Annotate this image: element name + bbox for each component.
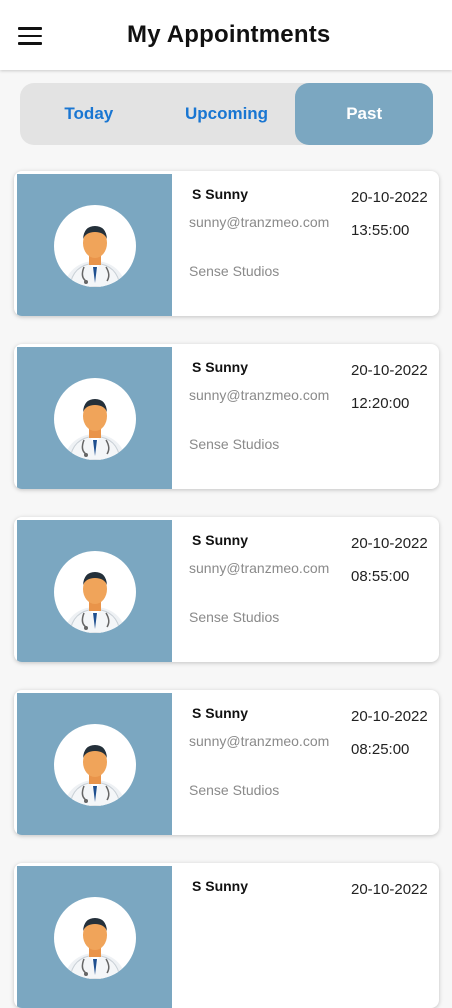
appointment-photo: [17, 520, 172, 662]
appointment-time: 08:25:00: [351, 741, 410, 758]
patient-email: sunny@tranzmeo.com: [189, 560, 330, 576]
appointment-date: 20-10-2022: [351, 362, 428, 379]
appointment-card[interactable]: S Sunny sunny@tranzmeo.com Sense Studios…: [14, 690, 439, 835]
appointment-date: 20-10-2022: [351, 881, 428, 898]
patient-email: sunny@tranzmeo.com: [189, 733, 330, 749]
appointment-card[interactable]: S Sunny sunny@tranzmeo.com Sense Studios…: [14, 517, 439, 662]
tab-past[interactable]: Past: [295, 83, 434, 145]
patient-email: sunny@tranzmeo.com: [189, 214, 330, 230]
appointment-date: 20-10-2022: [351, 708, 428, 725]
appointment-photo: [17, 347, 172, 489]
doctor-avatar-icon: [54, 724, 136, 806]
patient-name: S Sunny: [192, 359, 249, 375]
appointment-card[interactable]: S Sunny sunny@tranzmeo.com Sense Studios…: [14, 171, 439, 316]
hamburger-menu-icon[interactable]: [18, 22, 52, 50]
appointment-time: 12:20:00: [351, 395, 410, 412]
page-title: My Appointments: [127, 21, 331, 48]
patient-name: S Sunny: [192, 878, 249, 894]
company-name: Sense Studios: [189, 263, 280, 279]
appointment-time: 13:55:00: [351, 222, 410, 239]
doctor-avatar-icon: [54, 205, 136, 287]
company-name: Sense Studios: [189, 782, 280, 798]
doctor-avatar-icon: [54, 378, 136, 460]
appointment-tabs: Today Upcoming Past: [20, 83, 434, 145]
patient-name: S Sunny: [192, 532, 249, 548]
appointment-photo: [17, 174, 172, 316]
appointment-card[interactable]: S Sunny 20-10-2022: [14, 863, 439, 1008]
tab-today[interactable]: Today: [20, 83, 158, 145]
appointment-date: 20-10-2022: [351, 189, 428, 206]
appointment-time: 08:55:00: [351, 568, 410, 585]
company-name: Sense Studios: [189, 609, 280, 625]
company-name: Sense Studios: [189, 436, 280, 452]
appointment-photo: [17, 866, 172, 1008]
tab-upcoming[interactable]: Upcoming: [158, 83, 296, 145]
appointment-card[interactable]: S Sunny sunny@tranzmeo.com Sense Studios…: [14, 344, 439, 489]
doctor-avatar-icon: [54, 897, 136, 979]
patient-email: sunny@tranzmeo.com: [189, 387, 330, 403]
patient-name: S Sunny: [192, 186, 249, 202]
app-bar: My Appointments: [0, 0, 452, 70]
appointment-photo: [17, 693, 172, 835]
doctor-avatar-icon: [54, 551, 136, 633]
appointment-date: 20-10-2022: [351, 535, 428, 552]
patient-name: S Sunny: [192, 705, 249, 721]
